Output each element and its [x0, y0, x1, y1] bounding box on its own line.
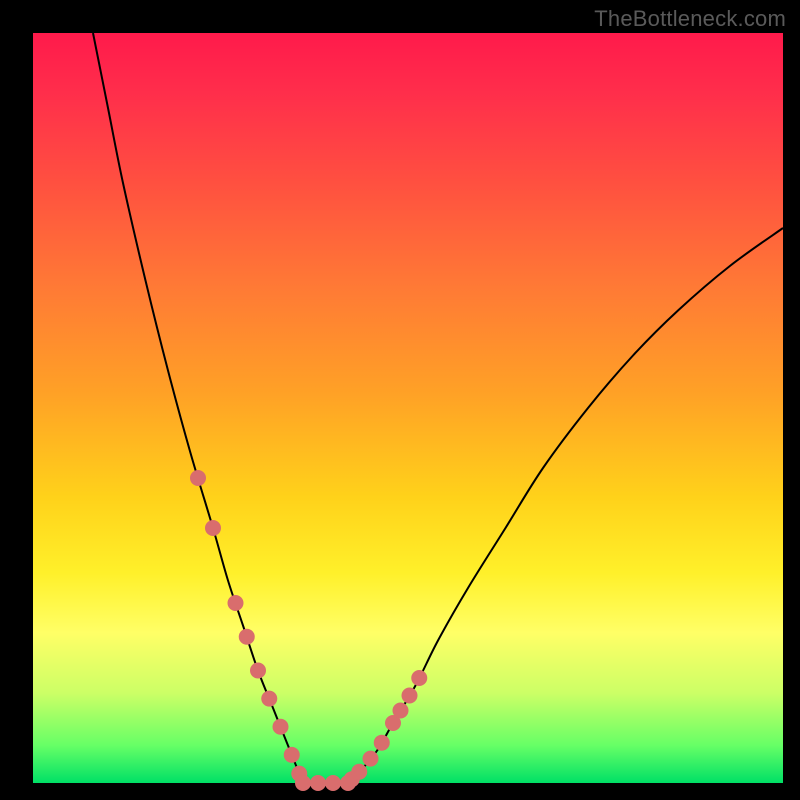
data-marker — [363, 751, 379, 767]
plot-area — [33, 33, 783, 783]
data-marker — [273, 719, 289, 735]
data-marker — [295, 775, 311, 791]
data-marker — [393, 703, 409, 719]
chart-frame: TheBottleneck.com — [0, 0, 800, 800]
data-marker — [228, 595, 244, 611]
curve-svg — [33, 33, 783, 783]
data-marker — [411, 670, 427, 686]
curve-markers — [190, 470, 427, 791]
data-marker — [284, 747, 300, 763]
watermark-text: TheBottleneck.com — [594, 6, 786, 32]
data-marker — [250, 663, 266, 679]
data-marker — [310, 775, 326, 791]
data-marker — [261, 691, 277, 707]
data-marker — [205, 520, 221, 536]
data-marker — [402, 688, 418, 704]
data-marker — [374, 735, 390, 751]
curve-left-branch — [93, 33, 303, 783]
data-marker — [351, 764, 367, 780]
data-marker — [239, 629, 255, 645]
data-marker — [190, 470, 206, 486]
data-marker — [325, 775, 341, 791]
